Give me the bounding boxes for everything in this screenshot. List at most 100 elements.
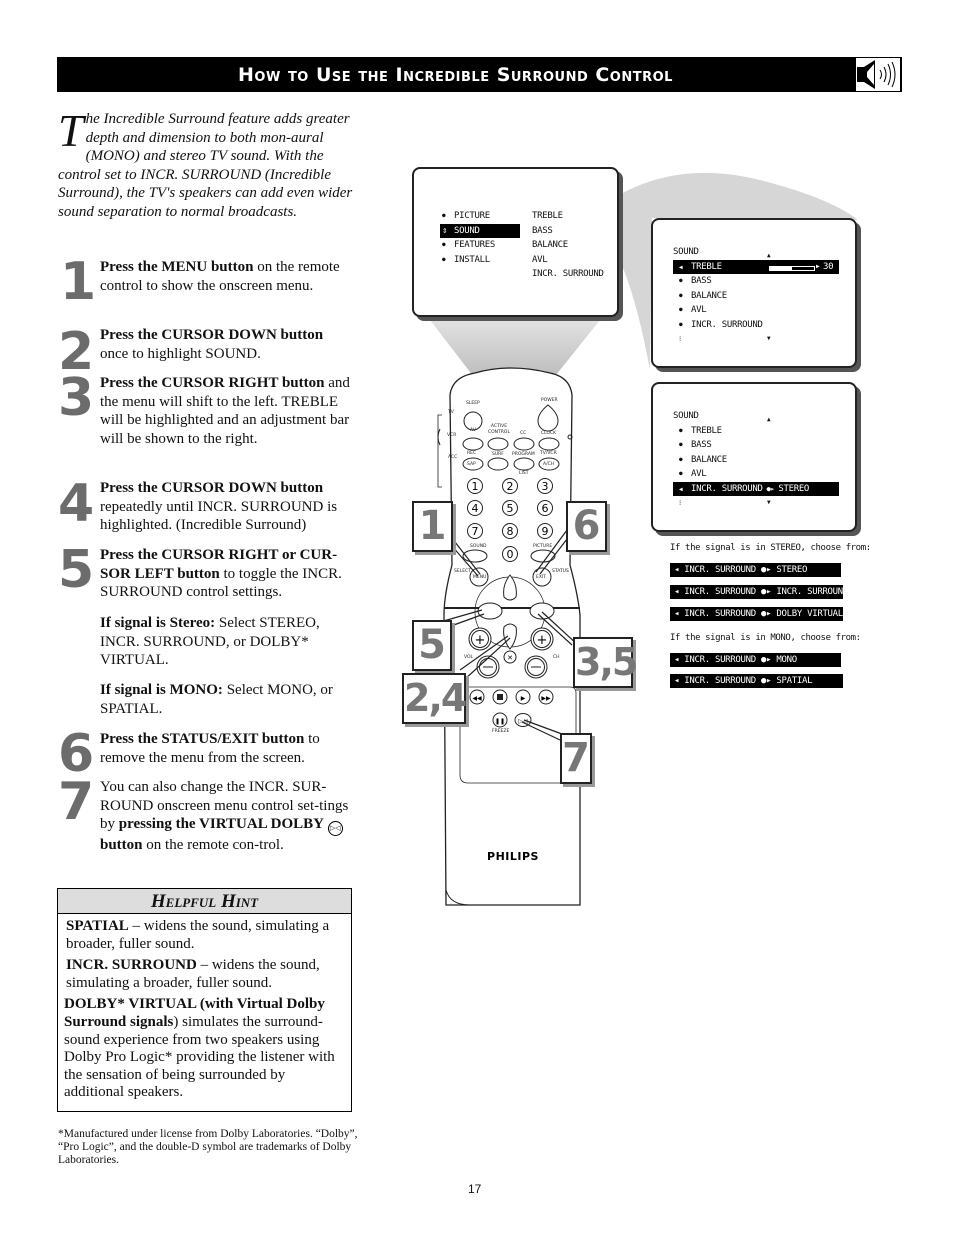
hint-item: INCR. SURROUND – widens the sound, simul… [66, 957, 345, 992]
step-bold: Press the CURSOR RIGHT button [100, 375, 325, 391]
screen-title: SOUND [673, 411, 699, 421]
menu-label: BASS [691, 440, 712, 450]
menu-item: AVL [673, 303, 843, 318]
clock-button[interactable] [538, 437, 560, 451]
treble-menu: SOUND▲ ◀ TREBLE ▶30 BASS BALANCE AVL INCR… [673, 245, 843, 347]
menu-label: FEATURES [454, 240, 495, 250]
step-6-text: Press the STATUS/EXIT button to remove t… [100, 730, 354, 767]
mode-acc-label: ACC [448, 455, 458, 460]
selected-value: STEREO [778, 483, 810, 494]
cc-label: CC [520, 431, 527, 436]
active-control-button[interactable] [487, 437, 509, 451]
scroll-indicator-icon: ⁝ [679, 335, 681, 343]
clock-label: CLOCK [541, 431, 557, 436]
osd-incr-surround-screen: SOUND▲ TREBLE BASS BALANCE AVL ◀ INCR. SU… [651, 382, 857, 532]
menu-item-selected: ◀ INCR. SURROUND ●▸ STEREO [673, 481, 839, 496]
step-7-text: You can also change the INCR. SUR-ROUND … [100, 778, 354, 855]
menu-item: AVL [673, 467, 843, 482]
hint-term: INCR. SURROUND [66, 957, 197, 974]
av-button[interactable] [462, 437, 484, 451]
toggle-arrow-icon: ●▸ [762, 484, 779, 493]
hint-item: DOLBY* VIRTUAL (with Virtual Dolby Surro… [64, 996, 345, 1102]
mode-vcr-label: VCR [447, 433, 457, 438]
list-label: LIST [519, 471, 529, 476]
menu-label: INSTALL [454, 254, 490, 265]
program-list-button[interactable] [513, 457, 535, 471]
left-arrow-icon: ◀ [679, 263, 683, 271]
chip-prefix: ◂ INCR. SURROUND ●▸ [674, 655, 777, 665]
page-number: 17 [468, 1182, 482, 1196]
step-bold: Press the STATUS/EXIT button [100, 731, 305, 747]
mono-caption: If the signal is in MONO, choose from: [670, 633, 861, 643]
menu-item: PICTURE [442, 209, 520, 224]
menu-item: INSTALL [442, 253, 520, 268]
sleep-label: SLEEP [466, 401, 480, 406]
option-chip-dolby-virtual: ◂ INCR. SURROUND ●▸ DOLBY VIRTUAL [670, 607, 843, 621]
right-arrow-icon: ▶ [816, 262, 820, 270]
drop-cap: T [58, 105, 84, 156]
step-rest: once to highlight SOUND. [100, 345, 261, 362]
step-number: 7 [58, 772, 95, 832]
menu-label: INCR. SURROUND [691, 319, 763, 330]
chip-value: SPATIAL [776, 676, 813, 686]
footnote: *Manufactured under license from Dolby L… [58, 1128, 358, 1166]
menu-label: AVL [691, 305, 707, 315]
mode-switch[interactable] [437, 414, 442, 488]
main-menu-right: TREBLE BASS BALANCE AVL INCR. SURROUND [532, 209, 604, 282]
intro-paragraph: The Incredible Surround feature adds gre… [58, 105, 353, 222]
step-4-text: Press the CURSOR DOWN button repeatedly … [100, 479, 354, 535]
menu-item: BALANCE [673, 453, 843, 468]
chip-value: STEREO [776, 565, 808, 575]
helpful-hint-box: Helpful Hint SPATIAL – widens the sound,… [57, 888, 352, 1112]
chip-value: MONO [776, 655, 797, 665]
menu-item-selected: ◀ TREBLE ▶ 30 [673, 259, 839, 274]
surf-label: SURF [492, 452, 504, 457]
mode-tv-label: TV [448, 410, 454, 415]
active-control-label: ACTIVE CONTROL [488, 424, 510, 435]
option-chip-spatial: ◂ INCR. SURROUND ●▸ SPATIAL [670, 674, 843, 688]
menu-item: BASS [673, 438, 843, 453]
step-1-text: Press the MENU button on the remote cont… [100, 258, 354, 295]
menu-item: TREBLE [673, 424, 843, 439]
menu-item: BALANCE [673, 289, 843, 304]
callout-step-1: 1 [412, 501, 453, 552]
menu-label: TREBLE [691, 261, 722, 272]
option-chip-mono: ◂ INCR. SURROUND ●▸ MONO [670, 653, 841, 667]
speaker-icon [855, 57, 901, 92]
callout-step-2-4: 2,4 [402, 673, 467, 724]
submenu-item: INCR. SURROUND [532, 269, 604, 279]
leader-2-4 [459, 635, 509, 671]
submenu-item: BASS [532, 225, 553, 236]
page-title: How to Use the Incredible Surround Contr… [238, 64, 673, 86]
chip-prefix: ◂ INCR. SURROUND ●▸ [674, 676, 777, 686]
step-bold: Press the CURSOR DOWN button [100, 480, 324, 496]
callout-step-3-5: 3,5 [573, 637, 638, 688]
down-arrow-icon: ▼ [767, 499, 771, 506]
menu-item: BASS [673, 274, 843, 289]
step-rest: repeatedly until INCR. SURROUND is highl… [100, 498, 338, 534]
treble-value: 30 [823, 261, 834, 272]
callout-step-7: 7 [560, 733, 592, 784]
screen-title: SOUND [673, 247, 699, 257]
menu-label: BASS [691, 276, 712, 286]
hint-title: Helpful Hint [58, 889, 351, 914]
virtual-dolby-icon: ▷◁ [327, 821, 343, 837]
intro-text: he Incredible Surround feature adds grea… [58, 111, 353, 220]
step-rest: on the remote con-trol. [142, 837, 284, 854]
menu-label: TREBLE [691, 425, 722, 436]
submenu-item: TREBLE [532, 211, 563, 221]
step-bold: Press the MENU button [100, 259, 254, 275]
surf-button[interactable] [487, 457, 509, 471]
step-bold: button [100, 837, 143, 854]
menu-item-selected: ⇕ SOUND [440, 223, 520, 238]
menu-item: FEATURES [442, 238, 520, 253]
option-chip-stereo: ◂ INCR. SURROUND ●▸ STEREO [670, 563, 841, 577]
down-arrow-icon: ▼ [767, 335, 771, 342]
note-bold: If signal is Stereo: [100, 615, 216, 631]
main-menu-left: PICTURE ⇕ SOUND FEATURES INSTALL [440, 209, 520, 268]
cc-button[interactable] [513, 437, 535, 451]
tvvcr-label: TV/VCR [540, 451, 557, 456]
left-arrow-icon: ◀ [679, 485, 683, 493]
scroll-row: ⁝ ▼ [673, 332, 843, 347]
ach-label: A/CH [543, 462, 555, 467]
